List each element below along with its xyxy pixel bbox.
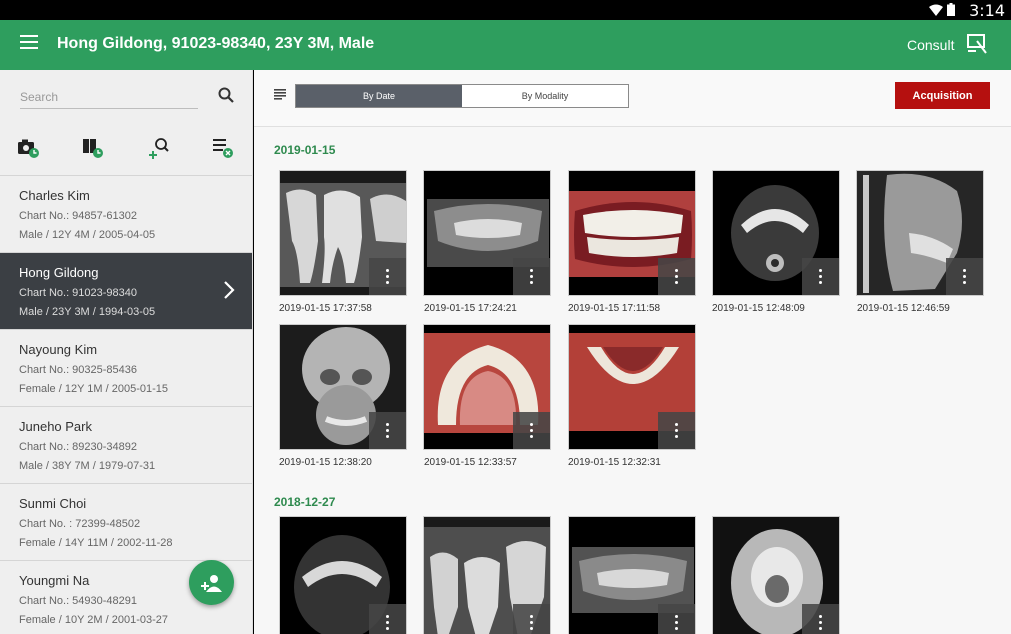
more-options-button[interactable] (658, 258, 695, 295)
image-thumbnail[interactable] (423, 170, 551, 296)
more-vertical-icon (963, 268, 966, 286)
more-options-button[interactable] (369, 258, 406, 295)
list-clear-icon[interactable] (211, 136, 237, 162)
patient-info: Female / 12Y 1M / 2005-01-15 (19, 383, 168, 395)
image-timestamp: 2019-01-15 17:37:58 (279, 303, 372, 314)
image-thumbnail[interactable] (712, 170, 840, 296)
patient-name: Charles Kim (19, 188, 90, 203)
patient-name: Juneho Park (19, 419, 92, 434)
image-timestamp: 2019-01-15 17:11:58 (568, 303, 661, 314)
patient-name: Hong Gildong (19, 265, 99, 280)
image-thumbnail[interactable] (423, 516, 551, 634)
view-mode-toggle: By Date By Modality (295, 84, 629, 108)
patient-chart-no: Chart No.: 54930-48291 (19, 595, 138, 607)
status-bar: 3:14 (0, 0, 1011, 20)
add-person-icon (200, 574, 222, 592)
image-thumbnail[interactable] (279, 170, 407, 296)
book-clock-icon[interactable] (82, 136, 108, 162)
more-options-button[interactable] (369, 412, 406, 449)
add-patient-button[interactable] (189, 560, 234, 605)
acquisition-button[interactable]: Acquisition (895, 82, 990, 109)
image-thumbnail[interactable] (568, 516, 696, 634)
search-input[interactable] (20, 87, 198, 107)
status-icons (929, 3, 955, 16)
image-gallery: By Date By Modality Acquisition 2019-01-… (254, 70, 1011, 634)
patient-chart-no: Chart No. : 72399-48502 (19, 518, 141, 530)
patient-info: Male / 12Y 4M / 2005-04-05 (19, 229, 156, 241)
sidebar-toolbar (0, 132, 252, 172)
more-vertical-icon (819, 268, 822, 286)
patient-name: Nayoung Kim (19, 342, 98, 357)
more-vertical-icon (530, 268, 533, 286)
patient-info: Male / 23Y 3M / 1994-03-05 (19, 306, 156, 318)
search-field (20, 87, 198, 109)
image-timestamp: 2019-01-15 12:38:20 (279, 457, 372, 468)
more-options-button[interactable] (369, 604, 406, 634)
more-vertical-icon (530, 614, 533, 632)
more-vertical-icon (675, 268, 678, 286)
more-vertical-icon (675, 422, 678, 440)
image-timestamp: 2019-01-15 17:24:21 (424, 303, 517, 314)
more-options-button[interactable] (802, 604, 839, 634)
patient-chart-no: Chart No.: 90325-85436 (19, 364, 138, 376)
camera-clock-icon[interactable] (17, 136, 43, 162)
image-timestamp: 2019-01-15 12:46:59 (857, 303, 950, 314)
consult-button[interactable]: Consult (907, 37, 954, 53)
patient-chart-no: Chart No.: 89230-34892 (19, 441, 138, 453)
consult-icon[interactable] (966, 33, 988, 55)
battery-icon (947, 3, 955, 16)
patient-name: Youngmi Na (19, 573, 90, 588)
more-vertical-icon (386, 422, 389, 440)
image-timestamp: 2019-01-15 12:48:09 (712, 303, 805, 314)
image-thumbnail[interactable] (423, 324, 551, 450)
image-timestamp: 2019-01-15 12:33:57 (424, 457, 517, 468)
patient-row-selected[interactable]: Hong Gildong Chart No.: 91023-98340 Male… (0, 253, 252, 330)
status-time: 3:14 (969, 1, 1005, 20)
gallery-toolbar: By Date By Modality Acquisition (254, 70, 1011, 127)
more-vertical-icon (386, 614, 389, 632)
patient-chart-no: Chart No.: 94857-61302 (19, 210, 138, 222)
wifi-icon (929, 4, 943, 16)
patient-info: Female / 10Y 2M / 2001-03-27 (19, 614, 168, 626)
app-bar: Hong Gildong, 91023-98340, 23Y 3M, Male … (0, 20, 1011, 70)
more-options-button[interactable] (513, 258, 550, 295)
patient-row[interactable]: Sunmi Choi Chart No. : 72399-48502 Femal… (0, 484, 252, 561)
tab-by-date[interactable]: By Date (296, 85, 462, 107)
more-options-button[interactable] (802, 258, 839, 295)
patient-row[interactable]: Charles Kim Chart No.: 94857-61302 Male … (0, 176, 252, 253)
more-options-button[interactable] (946, 258, 983, 295)
hamburger-menu-icon[interactable] (20, 35, 38, 55)
more-vertical-icon (386, 268, 389, 286)
patient-info: Male / 38Y 7M / 1979-07-31 (19, 460, 156, 472)
image-thumbnail[interactable] (712, 516, 840, 634)
image-thumbnail[interactable] (568, 170, 696, 296)
more-options-button[interactable] (513, 412, 550, 449)
image-timestamp: 2019-01-15 12:32:31 (568, 457, 661, 468)
more-options-button[interactable] (513, 604, 550, 634)
list-view-icon[interactable] (274, 89, 286, 100)
search-icon[interactable] (218, 87, 234, 103)
image-thumbnail[interactable] (856, 170, 984, 296)
image-thumbnail[interactable] (568, 324, 696, 450)
patient-info: Female / 14Y 11M / 2002-11-28 (19, 537, 173, 549)
patient-sidebar: Charles Kim Chart No.: 94857-61302 Male … (0, 70, 253, 634)
patient-row[interactable]: Nayoung Kim Chart No.: 90325-85436 Femal… (0, 330, 252, 407)
patient-name: Sunmi Choi (19, 496, 87, 511)
more-vertical-icon (819, 614, 822, 632)
image-thumbnail[interactable] (279, 516, 407, 634)
more-options-button[interactable] (658, 412, 695, 449)
more-vertical-icon (530, 422, 533, 440)
tab-by-modality[interactable]: By Modality (462, 85, 628, 107)
patient-chart-no: Chart No.: 91023-98340 (19, 287, 138, 299)
patient-title: Hong Gildong, 91023-98340, 23Y 3M, Male (57, 35, 375, 52)
chevron-right-icon (224, 281, 235, 299)
add-search-icon[interactable] (147, 136, 173, 162)
more-options-button[interactable] (658, 604, 695, 634)
more-vertical-icon (675, 614, 678, 632)
patient-row[interactable]: Juneho Park Chart No.: 89230-34892 Male … (0, 407, 252, 484)
date-group-header: 2019-01-15 (274, 143, 336, 157)
image-thumbnail[interactable] (279, 324, 407, 450)
date-group-header: 2018-12-27 (274, 495, 336, 509)
